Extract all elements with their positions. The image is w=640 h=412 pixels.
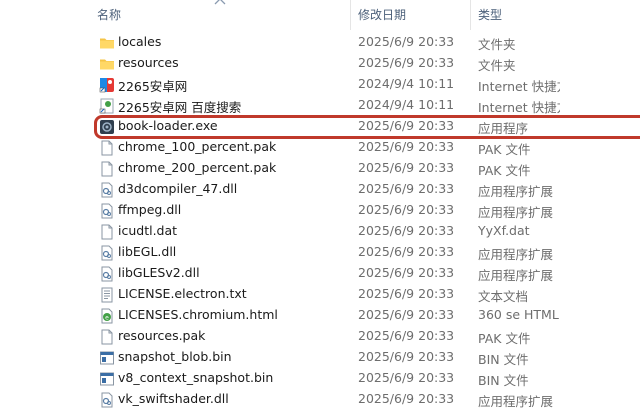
dll-icon: [99, 245, 115, 261]
file-icon: [99, 329, 115, 345]
file-name: book-loader.exe: [118, 118, 218, 133]
column-divider[interactable]: [470, 0, 471, 30]
file-modified-date: 2025/6/9 20:33: [358, 55, 455, 70]
text-file-icon: [99, 287, 115, 303]
file-modified-date: 2025/6/9 20:33: [358, 286, 455, 301]
file-row[interactable]: libEGL.dll 2025/6/9 20:33 应用程序扩展: [0, 243, 640, 264]
file-icon: [99, 224, 115, 240]
file-type: 应用程序扩展: [478, 394, 554, 409]
file-type: YyXf.dat: [478, 223, 530, 238]
file-modified-date: 2024/9/4 10:11: [358, 76, 455, 91]
file-row[interactable]: d3dcompiler_47.dll 2025/6/9 20:33 应用程序扩展: [0, 180, 640, 201]
application-icon: [99, 119, 115, 135]
file-modified-date: 2025/6/9 20:33: [358, 34, 455, 49]
file-row[interactable]: libGLESv2.dll 2025/6/9 20:33 应用程序扩展: [0, 264, 640, 285]
file-icon: [99, 161, 115, 177]
file-row[interactable]: chrome_200_percent.pak 2025/6/9 20:33 PAK …: [0, 159, 640, 180]
file-name: snapshot_blob.bin: [118, 349, 232, 364]
file-row[interactable]: v8_context_snapshot.bin 2025/6/9 20:33 BIN…: [0, 369, 640, 390]
file-name: resources: [118, 55, 179, 70]
folder-icon: [99, 56, 115, 72]
file-row[interactable]: 2265安卓网 2024/9/4 10:11 Internet 快捷方式: [0, 75, 640, 96]
file-type: PAK 文件: [478, 142, 531, 157]
file-modified-date: 2025/6/9 20:33: [358, 181, 455, 196]
file-row[interactable]: icudtl.dat 2025/6/9 20:33 YyXf.dat: [0, 222, 640, 243]
svg-text:e: e: [105, 315, 109, 322]
file-name: chrome_200_percent.pak: [118, 160, 277, 175]
dll-icon: [99, 182, 115, 198]
file-row[interactable]: e LICENSES.chromium.html 2025/6/9 20:33 360…: [0, 306, 640, 327]
file-name: libEGL.dll: [118, 244, 177, 259]
file-name: LICENSE.electron.txt: [118, 286, 247, 301]
file-type: PAK 文件: [478, 331, 531, 346]
file-row[interactable]: 2265安卓网 百度搜索 2024/9/4 10:11 Internet 快捷方式: [0, 96, 640, 117]
search-shortcut-icon: [99, 98, 115, 114]
file-name: ffmpeg.dll: [118, 202, 182, 217]
file-name: d3dcompiler_47.dll: [118, 181, 238, 196]
bin-file-icon: [99, 350, 115, 366]
type-column-header[interactable]: 类型: [478, 6, 502, 23]
file-name: 2265安卓网 百度搜索: [118, 100, 242, 115]
file-row[interactable]: book-loader.exe 2025/6/9 20:33 应用程序: [0, 117, 640, 138]
file-name: 2265安卓网: [118, 79, 188, 94]
file-name: LICENSES.chromium.html: [118, 307, 278, 322]
column-header-bar: 名称 修改日期 类型: [0, 0, 640, 30]
file-type: 文本文档: [478, 289, 529, 304]
file-name: resources.pak: [118, 328, 206, 343]
dll-icon: [99, 203, 115, 219]
file-name: v8_context_snapshot.bin: [118, 370, 274, 385]
file-modified-date: 2025/6/9 20:33: [358, 139, 455, 154]
file-type: Internet 快捷方式: [478, 79, 560, 94]
file-type: 应用程序扩展: [478, 184, 554, 199]
file-row[interactable]: resources 2025/6/9 20:33 文件夹: [0, 54, 640, 75]
file-type: BIN 文件: [478, 373, 529, 388]
file-type: 文件夹: [478, 37, 516, 52]
file-modified-date: 2024/9/4 10:11: [358, 97, 455, 112]
file-modified-date: 2025/6/9 20:33: [358, 202, 455, 217]
file-name: vk_swiftshader.dll: [118, 391, 229, 406]
file-icon: [99, 140, 115, 156]
file-list: locales 2025/6/9 20:33 文件夹 resources 2025/6/…: [0, 33, 640, 411]
file-modified-date: 2025/6/9 20:33: [358, 244, 455, 259]
folder-icon: [99, 35, 115, 51]
file-name: chrome_100_percent.pak: [118, 139, 277, 154]
file-modified-date: 2025/6/9 20:33: [358, 307, 455, 322]
file-row[interactable]: ffmpeg.dll 2025/6/9 20:33 应用程序扩展: [0, 201, 640, 222]
file-type: 应用程序扩展: [478, 205, 554, 220]
file-modified-date: 2025/6/9 20:33: [358, 328, 455, 343]
date-column-header[interactable]: 修改日期: [358, 6, 406, 23]
file-row[interactable]: snapshot_blob.bin 2025/6/9 20:33 BIN 文件: [0, 348, 640, 369]
file-type: Internet 快捷方式: [478, 100, 560, 115]
file-row[interactable]: chrome_100_percent.pak 2025/6/9 20:33 PAK …: [0, 138, 640, 159]
dll-icon: [99, 392, 115, 408]
name-column-header[interactable]: 名称: [97, 6, 121, 23]
file-modified-date: 2025/6/9 20:33: [358, 118, 455, 133]
file-row[interactable]: resources.pak 2025/6/9 20:33 PAK 文件: [0, 327, 640, 348]
file-modified-date: 2025/6/9 20:33: [358, 349, 455, 364]
file-modified-date: 2025/6/9 20:33: [358, 370, 455, 385]
file-type: 应用程序扩展: [478, 247, 554, 262]
file-type: 360 se HTML Document: [478, 307, 560, 322]
internet-shortcut-icon: [99, 77, 115, 93]
bin-file-icon: [99, 371, 115, 387]
file-type: 应用程序: [478, 121, 529, 136]
file-name: locales: [118, 34, 162, 49]
file-modified-date: 2025/6/9 20:33: [358, 223, 455, 238]
file-modified-date: 2025/6/9 20:33: [358, 391, 455, 406]
file-modified-date: 2025/6/9 20:33: [358, 160, 455, 175]
file-row[interactable]: vk_swiftshader.dll 2025/6/9 20:33 应用程序扩展: [0, 390, 640, 411]
sort-ascending-icon: [214, 0, 226, 5]
html-file-icon: e: [99, 308, 115, 324]
file-name: libGLESv2.dll: [118, 265, 200, 280]
file-type: 文件夹: [478, 58, 516, 73]
file-type: 应用程序扩展: [478, 268, 554, 283]
file-type: PAK 文件: [478, 163, 531, 178]
file-modified-date: 2025/6/9 20:33: [358, 265, 455, 280]
file-name: icudtl.dat: [118, 223, 178, 238]
file-row[interactable]: locales 2025/6/9 20:33 文件夹: [0, 33, 640, 54]
dll-icon: [99, 266, 115, 282]
column-divider[interactable]: [350, 0, 351, 30]
file-type: BIN 文件: [478, 352, 529, 367]
file-row[interactable]: LICENSE.electron.txt 2025/6/9 20:33 文本文档: [0, 285, 640, 306]
